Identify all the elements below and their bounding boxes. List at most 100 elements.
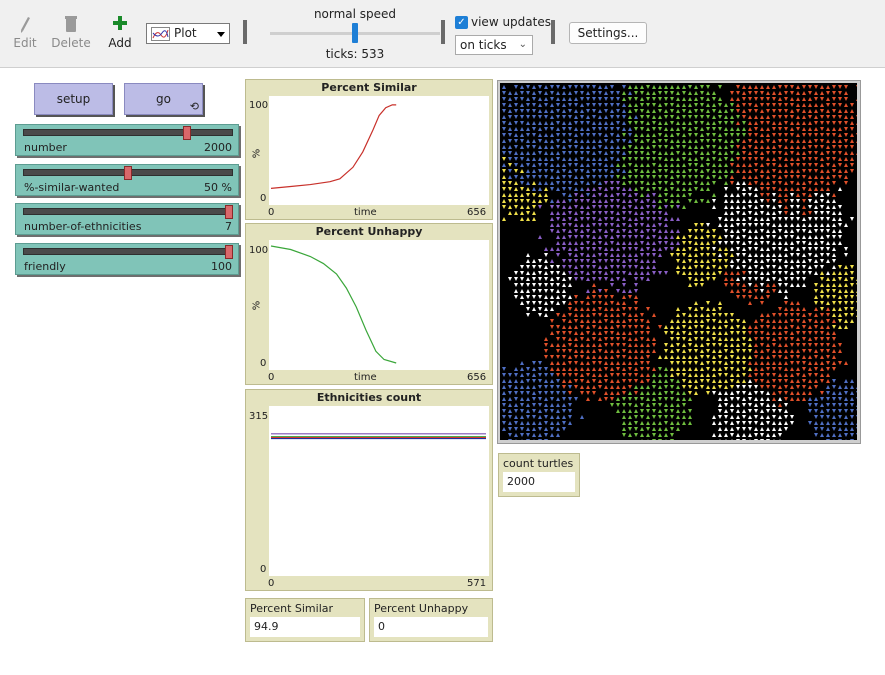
turtle bbox=[832, 253, 836, 257]
turtle bbox=[856, 115, 857, 117]
slider-track[interactable] bbox=[23, 248, 233, 255]
turtle bbox=[718, 163, 722, 167]
turtle bbox=[634, 271, 638, 275]
turtle bbox=[676, 421, 680, 425]
turtle bbox=[658, 439, 662, 440]
delete-button[interactable]: Delete bbox=[46, 14, 96, 54]
turtle bbox=[646, 223, 650, 227]
turtle bbox=[748, 373, 752, 377]
turtle bbox=[562, 379, 566, 383]
turtle bbox=[604, 313, 608, 317]
turtle bbox=[832, 145, 836, 149]
turtle bbox=[610, 283, 614, 287]
plot-percent-unhappy[interactable]: Percent Unhappy 100 0 0 time 656 % bbox=[245, 223, 493, 385]
slider-number[interactable]: number 2000 bbox=[15, 124, 239, 156]
turtle bbox=[856, 315, 857, 317]
turtle bbox=[760, 325, 764, 329]
turtle bbox=[664, 433, 668, 437]
turtle bbox=[682, 121, 686, 125]
slider-similar-wanted[interactable]: %-similar-wanted 50 % bbox=[15, 164, 239, 196]
turtle bbox=[820, 427, 824, 431]
turtle bbox=[508, 139, 512, 143]
turtle bbox=[802, 337, 806, 341]
turtle bbox=[616, 409, 620, 413]
plus-icon bbox=[113, 16, 127, 30]
turtle bbox=[550, 307, 554, 311]
turtle bbox=[790, 163, 794, 167]
turtle bbox=[784, 349, 788, 353]
turtle bbox=[736, 139, 740, 143]
turtle bbox=[712, 97, 716, 101]
speed-slider-thumb[interactable] bbox=[352, 23, 358, 43]
turtle bbox=[598, 133, 602, 137]
turtle bbox=[808, 127, 812, 131]
turtle bbox=[790, 91, 794, 95]
turtle bbox=[508, 103, 512, 107]
turtle bbox=[514, 133, 518, 137]
turtle bbox=[532, 103, 536, 107]
turtle bbox=[832, 277, 836, 281]
slider-track[interactable] bbox=[23, 208, 233, 215]
turtle bbox=[742, 331, 746, 335]
turtle bbox=[814, 199, 818, 203]
turtle bbox=[502, 169, 506, 173]
turtle bbox=[772, 133, 776, 137]
slider-knob[interactable] bbox=[182, 126, 191, 140]
turtle bbox=[574, 163, 578, 167]
turtle bbox=[724, 199, 728, 203]
slider-track[interactable] bbox=[23, 129, 233, 136]
turtle bbox=[676, 115, 680, 119]
turtle bbox=[856, 133, 857, 135]
turtle bbox=[784, 217, 788, 221]
turtle bbox=[850, 103, 854, 107]
plot-percent-similar[interactable]: Percent Similar 100 0 0 time 656 % bbox=[245, 79, 493, 220]
turtle bbox=[580, 313, 584, 317]
turtle bbox=[718, 151, 722, 155]
view-updates-checkbox[interactable]: ✓ bbox=[455, 16, 468, 29]
turtle bbox=[670, 163, 674, 167]
turtle bbox=[670, 103, 674, 107]
go-button[interactable]: go ⟲ bbox=[124, 83, 203, 115]
update-mode-dropdown[interactable]: on ticks ⌄ bbox=[455, 35, 533, 55]
settings-button[interactable]: Settings... bbox=[569, 22, 647, 44]
turtle bbox=[676, 391, 680, 395]
turtle bbox=[634, 421, 638, 425]
turtle bbox=[568, 379, 572, 383]
slider-knob[interactable] bbox=[225, 205, 233, 219]
edit-button[interactable]: Edit bbox=[0, 14, 50, 54]
turtle bbox=[598, 277, 602, 281]
turtle bbox=[850, 403, 854, 407]
turtle bbox=[616, 343, 620, 347]
turtle bbox=[586, 253, 590, 257]
turtle bbox=[712, 157, 716, 161]
turtle bbox=[796, 169, 800, 173]
turtle bbox=[694, 343, 698, 347]
turtle bbox=[802, 349, 806, 353]
turtle bbox=[538, 133, 542, 137]
turtle bbox=[784, 211, 788, 215]
turtle bbox=[646, 415, 650, 419]
turtle bbox=[574, 139, 578, 143]
turtle bbox=[562, 217, 566, 221]
turtle bbox=[514, 91, 518, 95]
slider-friendly[interactable]: friendly 100 bbox=[15, 243, 239, 275]
widget-type-select[interactable]: Plot bbox=[146, 23, 230, 44]
turtle bbox=[682, 391, 686, 395]
turtle bbox=[844, 157, 848, 161]
slider-knob[interactable] bbox=[124, 166, 132, 180]
turtle bbox=[604, 115, 608, 119]
slider-number-of-ethnicities[interactable]: number-of-ethnicities 7 bbox=[15, 203, 239, 235]
slider-knob[interactable] bbox=[225, 245, 233, 259]
world-view[interactable] bbox=[500, 83, 857, 440]
turtle bbox=[646, 145, 650, 149]
turtle bbox=[778, 235, 782, 239]
turtle bbox=[676, 109, 680, 113]
setup-button[interactable]: setup bbox=[34, 83, 113, 115]
add-button[interactable]: Add bbox=[95, 14, 145, 54]
turtle bbox=[670, 343, 674, 347]
turtle bbox=[598, 145, 602, 149]
turtle bbox=[796, 97, 800, 101]
plot-ethnicities-count[interactable]: Ethnicities count 315 0 0 571 bbox=[245, 389, 493, 591]
turtle bbox=[664, 181, 668, 185]
turtle bbox=[580, 349, 584, 353]
